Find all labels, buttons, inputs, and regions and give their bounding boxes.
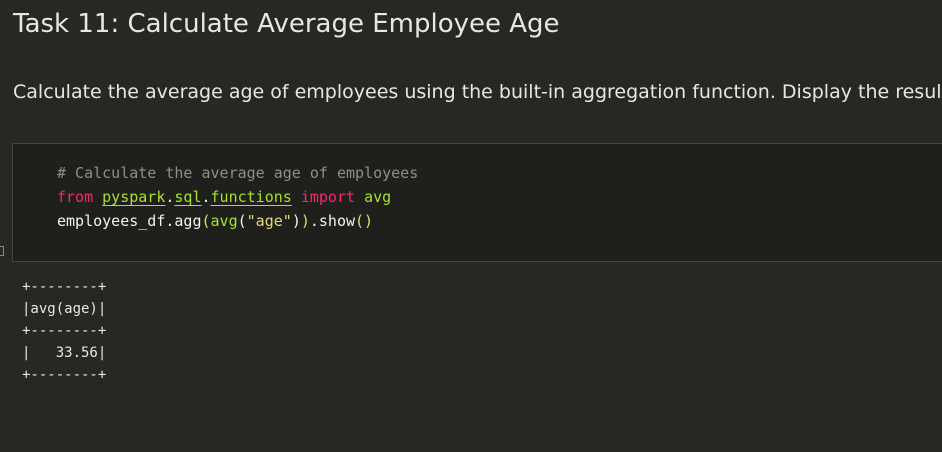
import-name-avg: avg bbox=[364, 188, 392, 206]
output-line: +--------+ bbox=[22, 279, 107, 295]
task-title: Task 11: Calculate Average Employee Age bbox=[13, 9, 560, 39]
module-functions: functions bbox=[210, 188, 292, 206]
output-line: | 33.56| bbox=[22, 345, 107, 361]
keyword-from: from bbox=[57, 188, 94, 206]
output-line: |avg(age)| bbox=[22, 301, 107, 317]
paren: ) bbox=[291, 212, 301, 230]
dot: . bbox=[201, 188, 211, 206]
cell-output: +--------+ |avg(age)| +--------+ | 33.56… bbox=[22, 276, 106, 386]
paren: ( bbox=[237, 212, 247, 230]
module-pyspark: pyspark bbox=[102, 188, 166, 206]
cell-collapse-handle[interactable] bbox=[0, 246, 4, 256]
call-parens: () bbox=[355, 212, 374, 230]
code-object: employees_df.agg bbox=[57, 212, 202, 230]
output-line: +--------+ bbox=[22, 367, 107, 383]
code-comment: # Calculate the average age of employees bbox=[57, 164, 419, 182]
code-editor[interactable]: # Calculate the average age of employees… bbox=[57, 161, 418, 233]
function-avg: avg bbox=[210, 212, 238, 230]
task-description: Calculate the average age of employees u… bbox=[13, 81, 942, 103]
code-cell[interactable]: # Calculate the average age of employees… bbox=[12, 143, 942, 262]
keyword-import: import bbox=[300, 188, 356, 206]
string-age: "age" bbox=[246, 212, 292, 230]
paren: ( bbox=[201, 212, 211, 230]
module-sql: sql bbox=[174, 188, 202, 206]
method-show: .show bbox=[309, 212, 356, 230]
paren: ) bbox=[300, 212, 310, 230]
output-line: +--------+ bbox=[22, 323, 107, 339]
